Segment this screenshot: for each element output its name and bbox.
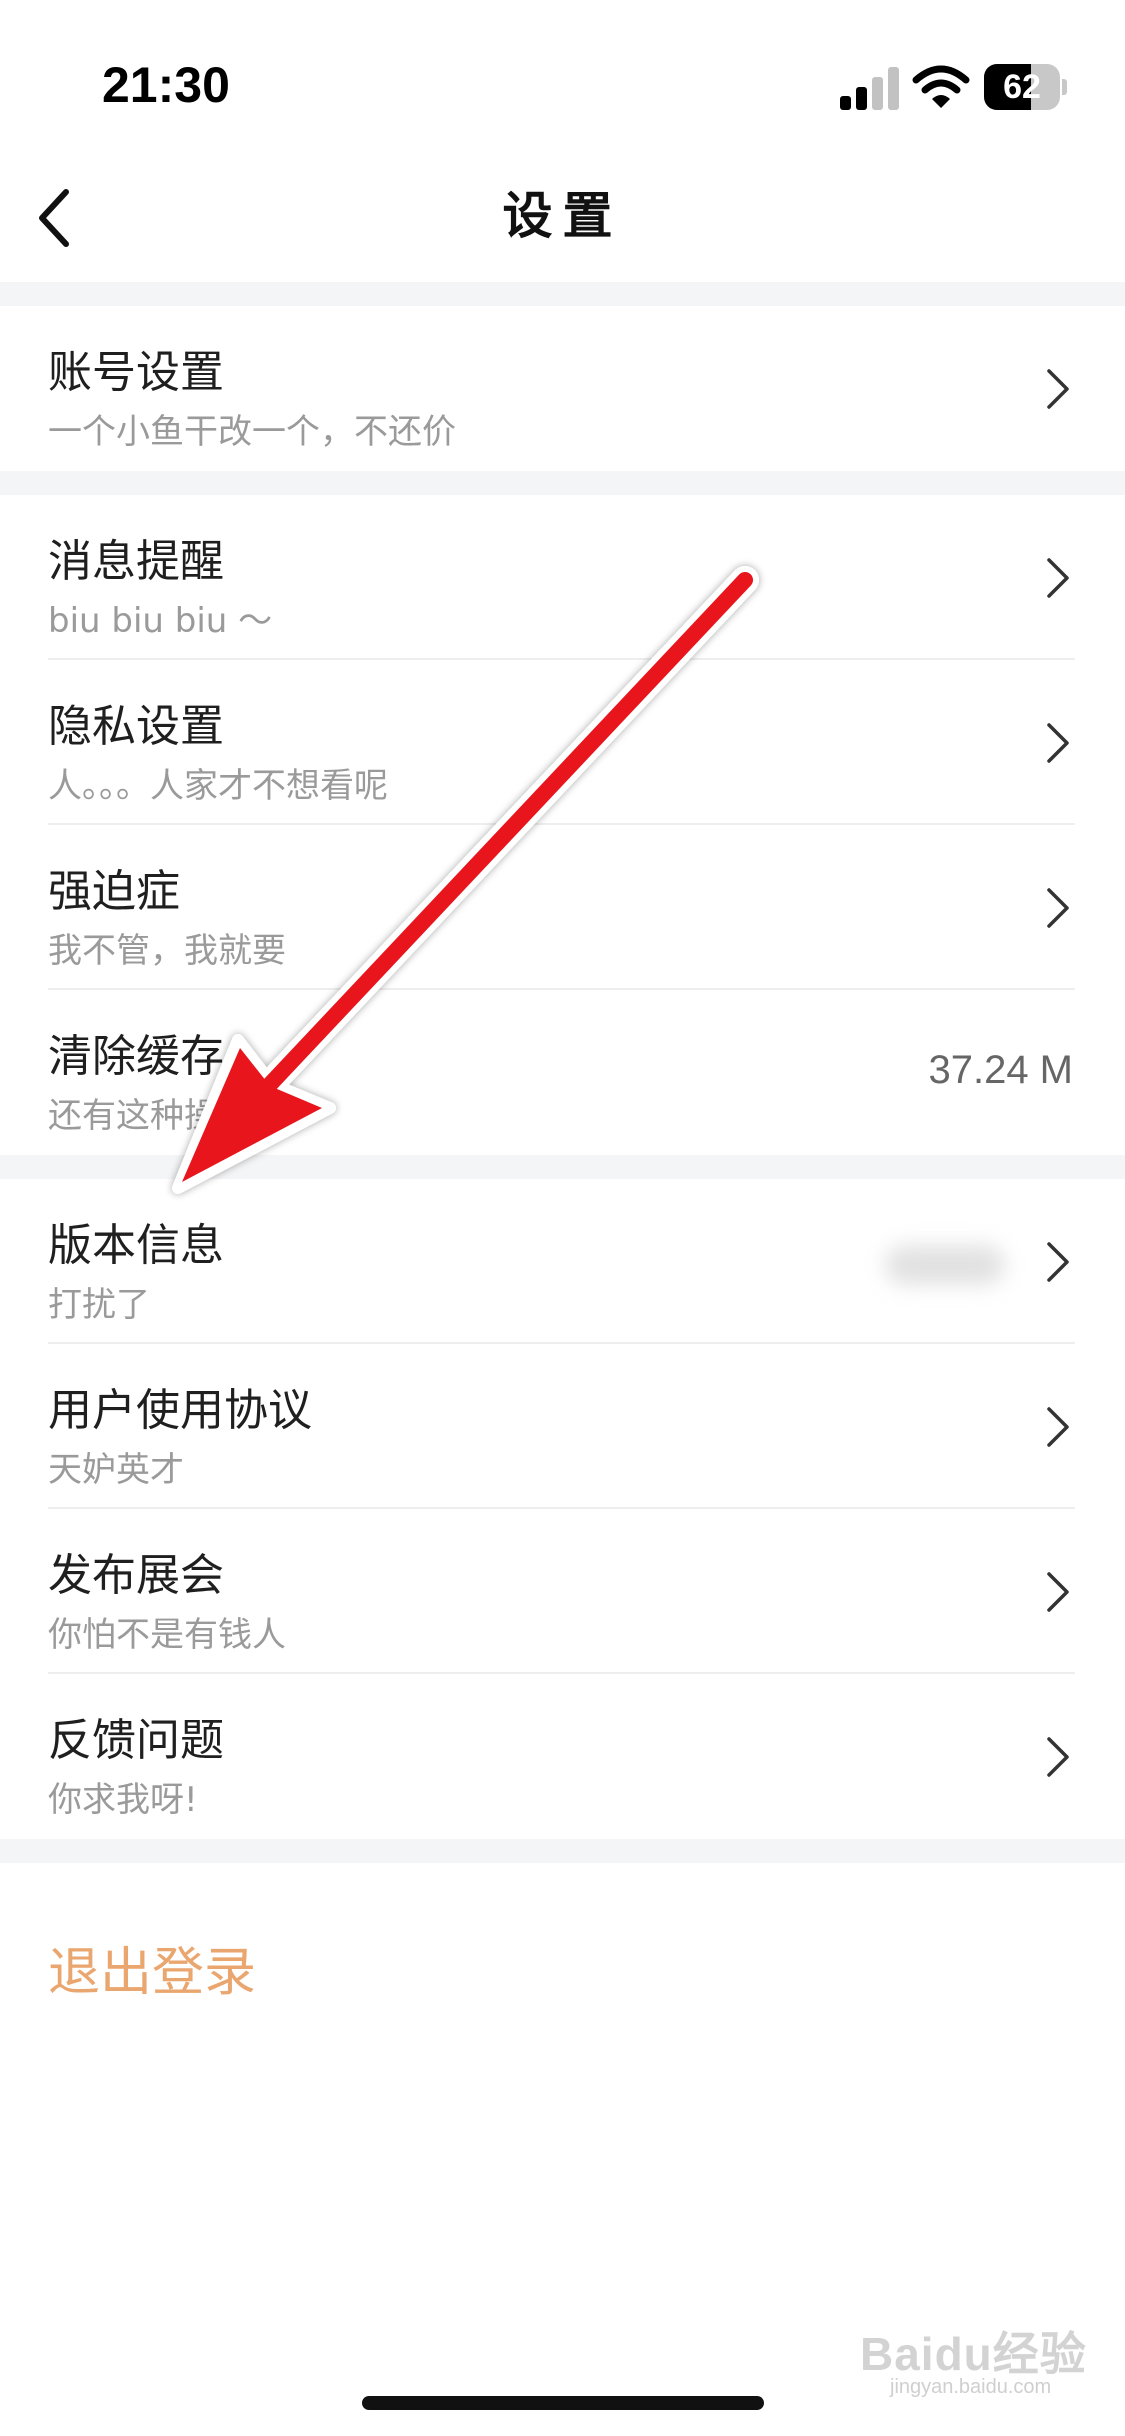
baidu-watermark-url: jingyan.baidu.com [890, 2376, 1052, 2398]
nav-bar: 设置 [0, 150, 1125, 282]
settings-row[interactable]: 用户使用协议天妒英才 [0, 1344, 1125, 1509]
settings-row-subtitle: 天妒英才 [48, 1450, 184, 1490]
settings-row-title: 隐私设置 [48, 701, 224, 752]
settings-group: 账号设置一个小鱼干改一个，不还价 [0, 306, 1125, 471]
settings-row-title: 版本信息 [48, 1220, 224, 1271]
settings-row-subtitle: 打扰了 [48, 1285, 150, 1325]
settings-row[interactable]: 隐私设置人。。。人家才不想看呢 [0, 660, 1125, 825]
settings-row-subtitle: 还有这种操作 [48, 1096, 252, 1136]
chevron-right-icon [1047, 1737, 1069, 1777]
settings-row[interactable]: 发布展会你怕不是有钱人 [0, 1509, 1125, 1674]
battery-level: 62 [1003, 68, 1041, 106]
settings-row-title: 用户使用协议 [48, 1385, 312, 1436]
settings-row[interactable]: 反馈问题你求我呀! [0, 1674, 1125, 1839]
home-indicator[interactable] [362, 2396, 764, 2410]
group-separator [0, 282, 1125, 306]
settings-row-title: 清除缓存 [48, 1031, 224, 1082]
group-separator [0, 1155, 1125, 1179]
settings-row[interactable]: 清除缓存还有这种操作 37.24 M [0, 990, 1125, 1155]
settings-row-title: 反馈问题 [48, 1715, 224, 1766]
settings-row[interactable]: 账号设置一个小鱼干改一个，不还价 [0, 306, 1125, 471]
status-bar: 21:30 62 [0, 0, 1125, 150]
chevron-right-icon [1047, 888, 1069, 928]
battery-icon: 62 [984, 64, 1067, 110]
logout-button[interactable]: 退出登录 [48, 1930, 256, 2005]
cache-size-value: 37.24 M [928, 1048, 1073, 1092]
settings-row-title: 发布展会 [48, 1550, 224, 1601]
chevron-right-icon [1047, 1407, 1069, 1447]
settings-row[interactable]: 版本信息 打扰了 [0, 1179, 1125, 1344]
settings-row-subtitle: 你怕不是有钱人 [48, 1615, 286, 1655]
settings-row-title: 账号设置 [48, 347, 224, 398]
baidu-watermark: Baidu经验 [860, 2328, 1087, 2380]
wifi-icon [912, 65, 970, 108]
battery-body: 62 [984, 64, 1060, 110]
settings-row[interactable]: 强迫症我不管，我就要 [0, 825, 1125, 990]
settings-row-subtitle: 一个小鱼干改一个，不还价 [48, 412, 456, 452]
settings-row-subtitle: 你求我呀! [48, 1780, 198, 1820]
page-title: 设置 [502, 187, 623, 245]
group-separator [0, 471, 1125, 495]
chevron-left-icon [39, 189, 69, 247]
settings-row-subtitle: biu biu biu ～ [48, 601, 273, 641]
settings-row-title: 消息提醒 [48, 536, 224, 587]
settings-row-subtitle: 我不管，我就要 [48, 931, 286, 971]
settings-group: 版本信息打扰了用户使用协议天妒英才发布展会你怕不是有钱人反馈问题你求我呀! [0, 1179, 1125, 1839]
chevron-right-icon [1047, 1572, 1069, 1612]
blurred-version-value [885, 1245, 1005, 1285]
chevron-right-icon [1047, 558, 1069, 598]
chevron-right-icon [1047, 369, 1069, 409]
chevron-right-icon [1047, 723, 1069, 763]
group-separator [0, 1839, 1125, 1863]
signal-icon [840, 67, 899, 110]
settings-row[interactable]: 消息提醒 biu biu biu ～ [0, 495, 1125, 660]
settings-row-title: 强迫症 [48, 866, 180, 917]
settings-row-subtitle: 人。。。人家才不想看呢 [48, 766, 388, 806]
back-button[interactable] [14, 178, 94, 258]
status-time: 21:30 [102, 57, 230, 113]
battery-cap [1062, 79, 1067, 95]
chevron-right-icon [1047, 1242, 1069, 1282]
settings-group: 消息提醒 biu biu biu ～ 隐私设置人。。。人家才不想看呢强迫症我不管，我… [0, 495, 1125, 1155]
